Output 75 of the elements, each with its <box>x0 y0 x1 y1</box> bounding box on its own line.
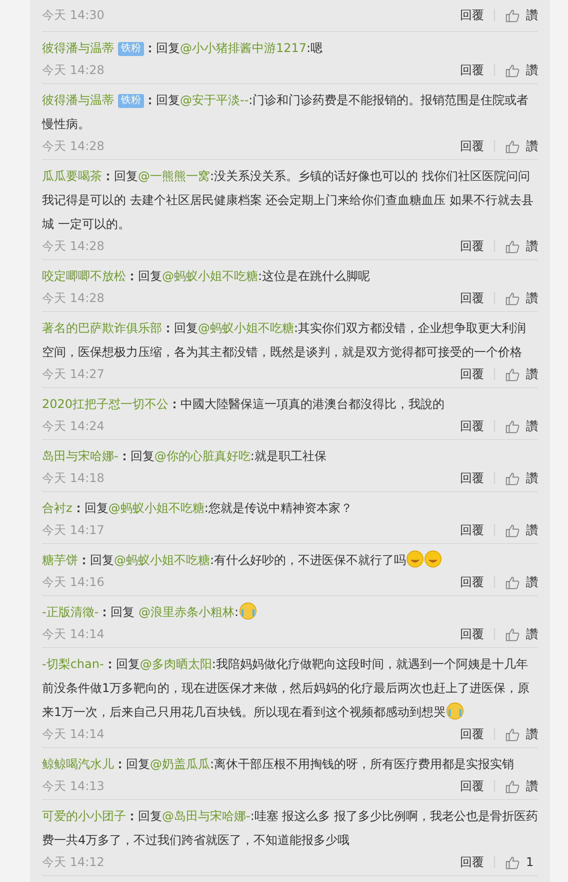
comment-text: 彼得潘与温蒂 铁粉 ：回复@安于平淡--:门诊和门诊药费是不能报销的。报销范围是住院或者慢性病。 <box>42 92 530 133</box>
comment-text: 彼得潘与温蒂 铁粉 ：回复@小小猪排酱中游1217:嗯 <box>42 40 324 58</box>
reply-link[interactable]: 回覆 <box>460 290 484 306</box>
thumbs-up-icon[interactable] <box>505 726 520 742</box>
thumbs-up-icon[interactable] <box>505 238 520 254</box>
reply-link[interactable]: 回覆 <box>460 854 484 870</box>
comment-text: 岛田与宋哈娜-：回复@你的心脏真好吃:就是职工社保 <box>42 448 328 465</box>
comment-text: 瓜瓜要喝茶：回复@一熊熊一窝:没关系没关系。乡镇的话好像也可以的 找你们社区医院问问我记得是可以的 去建个社区居民健康档案 还会定期上门来给你们查血糖血压 如果不行就去县城 一定可以的。 <box>42 168 534 233</box>
thumbs-up-icon[interactable] <box>505 574 520 590</box>
comment-text: 2020扛把子怼一切不公：中國大陸醫保這一項真的港澳台都沒得比，我說的 <box>42 396 446 413</box>
like-link[interactable]: 讚 <box>526 138 538 154</box>
reply-link[interactable]: 回覆 <box>460 62 484 78</box>
comment-time: 今天 14:16 <box>42 574 104 590</box>
comment-text: -正版清徵-：回复 @浪里赤条小粗林: <box>42 600 538 624</box>
like-link[interactable]: 讚 <box>526 366 538 382</box>
comment-time: 今天 14:14 <box>42 626 104 642</box>
reply-link[interactable]: 回覆 <box>460 574 484 590</box>
comment-text: 糖芋饼：回复@蚂蚁小姐不吃糖:有什么好吵的，不进医保不就行了吗 <box>42 548 538 572</box>
comment-text: 合衬z：回复@蚂蚁小姐不吃糖:您就是传说中精神资本家？ <box>42 500 354 517</box>
reply-link[interactable]: 回覆 <box>460 238 484 254</box>
like-link[interactable]: 讚 <box>526 470 538 486</box>
thumbs-up-icon[interactable] <box>505 522 520 538</box>
reply-link[interactable]: 回覆 <box>460 626 484 642</box>
like-link[interactable]: 讚 <box>526 418 538 434</box>
thumbs-up-icon[interactable] <box>505 418 520 434</box>
thumbs-up-icon[interactable] <box>505 138 520 154</box>
comment-text: 著名的巴萨欺诈俱乐部：回复@蚂蚁小姐不吃糖:其实你们双方都没错，企业想争取更大利润空间，医保想极力压缩，各为其主都没错，既然是谈判，就是双方觉得都可接受的一个价格 <box>42 320 528 361</box>
like-link[interactable]: 讚 <box>526 522 538 538</box>
like-link[interactable]: 讚 <box>526 726 538 742</box>
reply-link[interactable]: 回覆 <box>460 726 484 742</box>
comment-time: 今天 14:28 <box>42 62 104 78</box>
like-link[interactable]: 讚 <box>526 574 538 590</box>
reply-link[interactable]: 回覆 <box>460 6 484 24</box>
fan-badge: 铁粉 <box>118 42 144 56</box>
thumbs-up-icon[interactable] <box>505 366 520 382</box>
grinning-emoji-icon <box>424 550 442 568</box>
fan-badge: 铁粉 <box>118 94 144 108</box>
like-link[interactable]: 讚 <box>526 626 538 642</box>
comment-time: 今天 14:13 <box>42 778 104 794</box>
like-link[interactable]: 讚 <box>526 62 538 78</box>
comment-time: 今天 14:28 <box>42 290 104 306</box>
reply-link[interactable]: 回覆 <box>460 522 484 538</box>
thumbs-up-icon[interactable] <box>505 290 520 306</box>
crying-emoji-icon <box>238 602 257 620</box>
comment-time: 今天 14:12 <box>42 854 104 870</box>
thumbs-up-icon[interactable] <box>505 626 520 642</box>
comment-text: 可爱的小小团子：回复@岛田与宋哈娜-:哇塞 报这么多 报了多少比例啊，我老公也是骨折医药费一共4万多了，不过我们跨省就医了，不知道能报多少哦 <box>42 808 538 849</box>
comment-time: 今天 14:18 <box>42 470 104 486</box>
grinning-emoji-icon <box>406 550 424 568</box>
thumbs-up-icon[interactable] <box>505 854 520 870</box>
comment-text: -切梨chan-：回复@多肉晒太阳:我陪妈妈做化疗做靶向这段时间，就遇到一个阿姨是十几年前没条件做1万多靶向的，现在进医保才来做，然后妈妈的化疗最后两次也赶上了进医保，原来1万一次，后来自己只用花几百块钱。所以现在看到这个视频都感动到想哭 <box>42 656 531 722</box>
comment-time: 今天 14:17 <box>42 522 104 538</box>
comment-text: 咬定唧唧不放松：回复@蚂蚁小姐不吃糖:这位是在跳什么脚呢 <box>42 268 372 285</box>
reply-link[interactable]: 回覆 <box>460 778 484 794</box>
thumbs-up-icon[interactable] <box>505 470 520 486</box>
reply-link[interactable]: 回覆 <box>460 138 484 154</box>
comment-time: 今天 14:28 <box>42 238 104 254</box>
thumbs-up-icon[interactable] <box>505 778 520 794</box>
reply-link[interactable]: 回覆 <box>460 418 484 434</box>
reply-link[interactable]: 回覆 <box>460 470 484 486</box>
comment-time: 今天 14:28 <box>42 138 104 154</box>
comment-time: 今天 14:30 <box>42 6 104 24</box>
like-link[interactable]: 讚 <box>526 290 538 306</box>
comment-time: 今天 14:14 <box>42 726 104 742</box>
crying-emoji-icon <box>446 702 464 720</box>
reply-link[interactable]: 回覆 <box>460 366 484 382</box>
thumbs-up-icon[interactable] <box>505 62 520 78</box>
like-link[interactable]: 讚 <box>526 778 538 794</box>
like-link[interactable]: 讚 <box>526 6 538 24</box>
thumbs-up-icon[interactable] <box>505 8 520 22</box>
comment-time: 今天 14:27 <box>42 366 104 382</box>
like-link[interactable]: 1 <box>526 855 538 869</box>
comment-text: 鲸鲸喝汽水儿：回复@奶盖瓜瓜:离休干部压根不用掏钱的呀，所有医疗费用都是实报实销 <box>42 756 516 773</box>
comment-time: 今天 14:24 <box>42 418 104 434</box>
like-link[interactable]: 讚 <box>526 238 538 254</box>
